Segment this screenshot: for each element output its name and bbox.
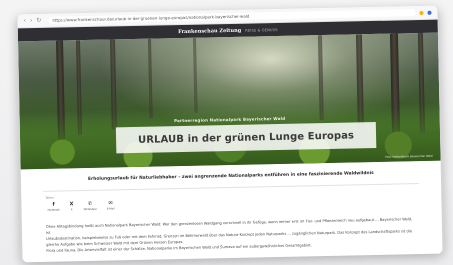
hero-title-box: URLAUB in der grünen Lunge Europas xyxy=(115,121,377,154)
whatsapp-icon: ✆ xyxy=(87,200,93,207)
facebook-icon: f xyxy=(52,201,55,208)
article-subtitle: Erholungsurlaub für Naturliebhaber – zwe… xyxy=(87,170,374,182)
share-email-button[interactable]: ✉ E-Mail xyxy=(106,200,115,211)
mail-icon: ✉ xyxy=(108,200,113,207)
share-item-label: WhatsApp xyxy=(83,207,97,212)
site-tagline: REISE & GENUSS xyxy=(245,27,278,33)
site-logo[interactable]: Frankenschau Zeitung xyxy=(178,27,241,34)
reload-icon[interactable]: ↻ xyxy=(36,16,41,23)
share-whatsapp-button[interactable]: ✆ WhatsApp xyxy=(83,200,97,212)
share-item-label: E-Mail xyxy=(106,207,115,211)
browser-window: ‹ › ↻ https://www.frankenschaur.de/urlau… xyxy=(17,5,443,263)
hero-title: URLAUB in der grünen Lunge Europas xyxy=(137,129,355,146)
back-icon[interactable]: ‹ xyxy=(24,17,27,24)
share-item-label: Facebook xyxy=(47,208,60,212)
profile-icon[interactable] xyxy=(427,10,432,15)
share-item-label: X xyxy=(70,208,73,212)
tree-trunk xyxy=(192,37,198,113)
x-icon: X xyxy=(69,201,74,208)
forward-icon[interactable]: › xyxy=(30,17,33,24)
article-body: Ohne Alltagsbindung heißt auch Nationalp… xyxy=(46,216,417,254)
share-facebook-button[interactable]: f Facebook xyxy=(47,201,60,212)
tree-trunk xyxy=(147,38,153,119)
hero-image: Partnerregion Nationalpark Bayerischer W… xyxy=(18,32,441,170)
share-x-button[interactable]: X X xyxy=(69,201,74,212)
extension-icon[interactable] xyxy=(419,10,424,15)
